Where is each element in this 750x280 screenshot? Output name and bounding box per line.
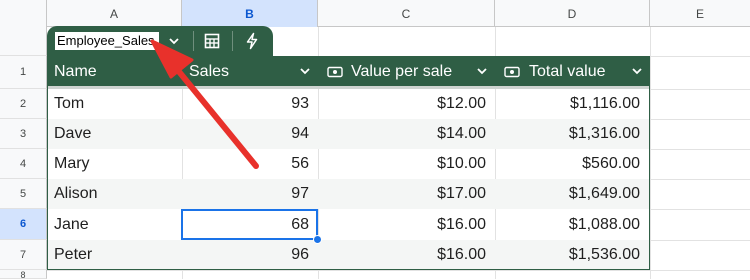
annotation-arrow-icon — [150, 39, 259, 169]
